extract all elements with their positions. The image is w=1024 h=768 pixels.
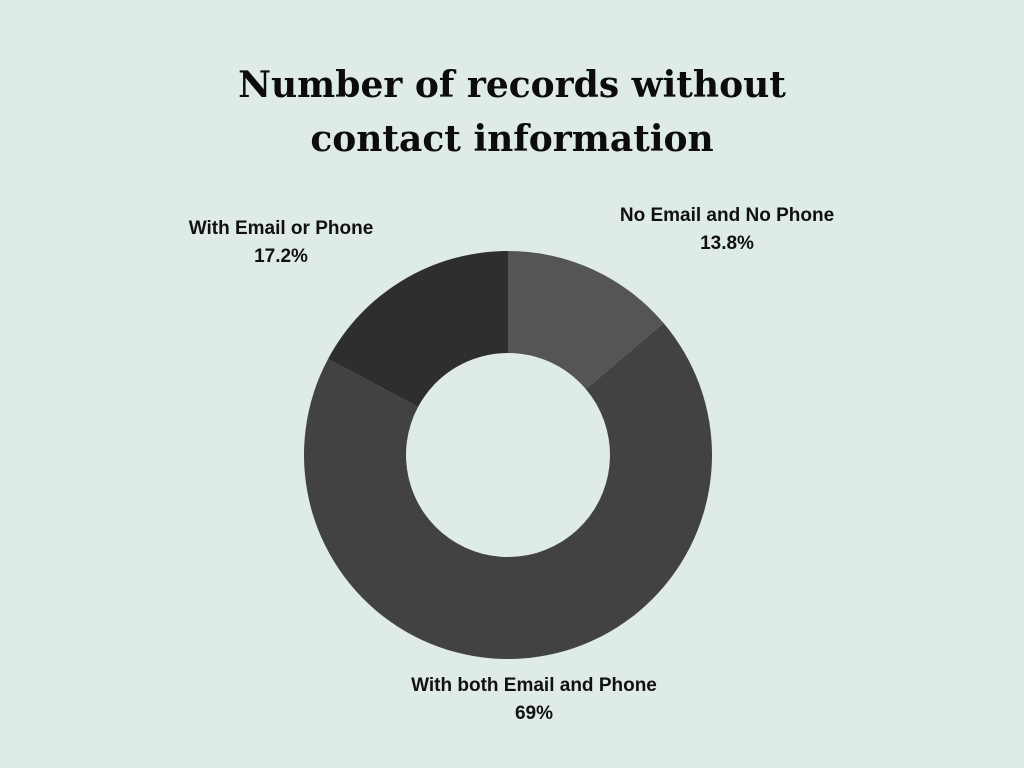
donut-chart bbox=[304, 251, 712, 660]
slice-label-name: No Email and No Phone bbox=[619, 205, 835, 226]
slice-label-both-email-phone: With both Email and Phone 69% bbox=[384, 672, 684, 728]
slice-label-value: 17.2% bbox=[254, 246, 308, 267]
slice-label-name: With Email or Phone bbox=[188, 218, 374, 239]
slice-label-value: 69% bbox=[514, 703, 554, 724]
slice-label-value: 13.8% bbox=[700, 233, 754, 254]
slice-label-email-or-phone: With Email or Phone 17.2% bbox=[166, 215, 396, 271]
slice-label-no-email-no-phone: No Email and No Phone 13.8% bbox=[612, 202, 842, 258]
slice-label-name: With both Email and Phone bbox=[411, 675, 657, 696]
